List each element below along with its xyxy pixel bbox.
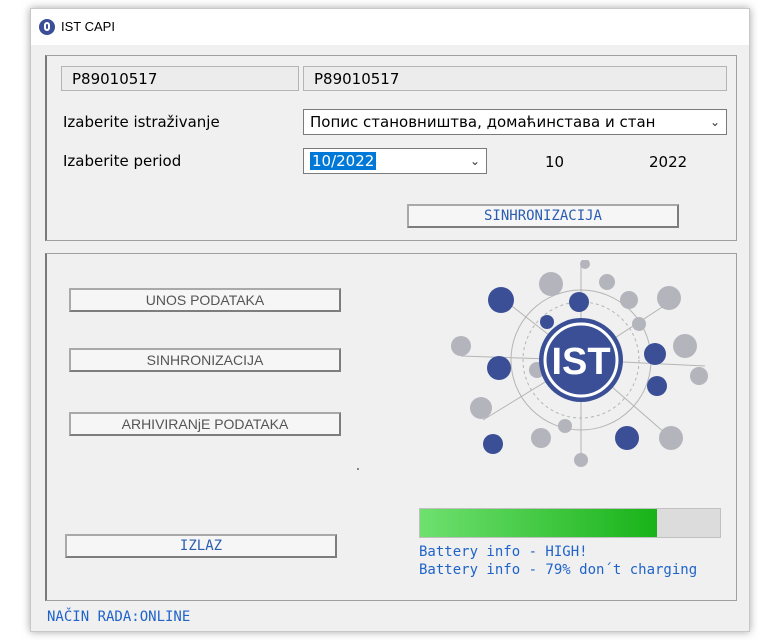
exit-button[interactable]: IZLAZ (65, 534, 337, 558)
app-logo-icon (39, 19, 55, 35)
period-select-value: 10/2022 (310, 152, 377, 170)
app-window: IST CAPI P89010517 P89010517 Izaberite i… (30, 8, 750, 632)
data-entry-button[interactable]: UNOS PODATAKA (69, 288, 341, 312)
mode-status: NAČIN RADA:ONLINE (47, 609, 191, 625)
main-panel: UNOS PODATAKA SINHRONIZACIJA ARHIVIRANjE… (45, 253, 737, 601)
sync-button[interactable]: SINHRONIZACIJA (69, 348, 341, 372)
ist-network-logo: IST (451, 260, 708, 467)
period-select[interactable]: 10/2022 ⌄ (303, 148, 487, 174)
battery-bar (419, 508, 721, 538)
period-label: Izaberite period (63, 152, 182, 170)
battery-info-line1: Battery info - HIGH! (419, 544, 588, 560)
stray-dot (357, 468, 359, 470)
window-title: IST CAPI (61, 19, 115, 34)
device-code-field: P89010517 (303, 66, 727, 91)
title-bar: IST CAPI (31, 9, 749, 45)
chevron-down-icon[interactable]: ⌄ (470, 154, 480, 168)
interviewer-code-field: P89010517 (61, 66, 299, 91)
selection-panel: P89010517 P89010517 Izaberite istraživan… (45, 55, 737, 241)
survey-label: Izaberite istraživanje (63, 113, 220, 131)
period-year: 2022 (649, 153, 688, 171)
battery-fill (420, 509, 657, 537)
chevron-down-icon[interactable]: ⌄ (706, 115, 720, 129)
logo-text: IST (551, 341, 610, 383)
period-month: 10 (545, 153, 565, 171)
battery-info-line2: Battery info - 79% don´t charging (419, 562, 698, 578)
archive-button[interactable]: ARHIVIRANjE PODATAKA (69, 412, 341, 436)
sync-top-button[interactable]: SINHRONIZACIJA (407, 204, 679, 228)
survey-select-value: Попис становништва, домаћинстава и стан (310, 113, 656, 131)
survey-select[interactable]: Попис становништва, домаћинстава и стан … (303, 109, 727, 135)
